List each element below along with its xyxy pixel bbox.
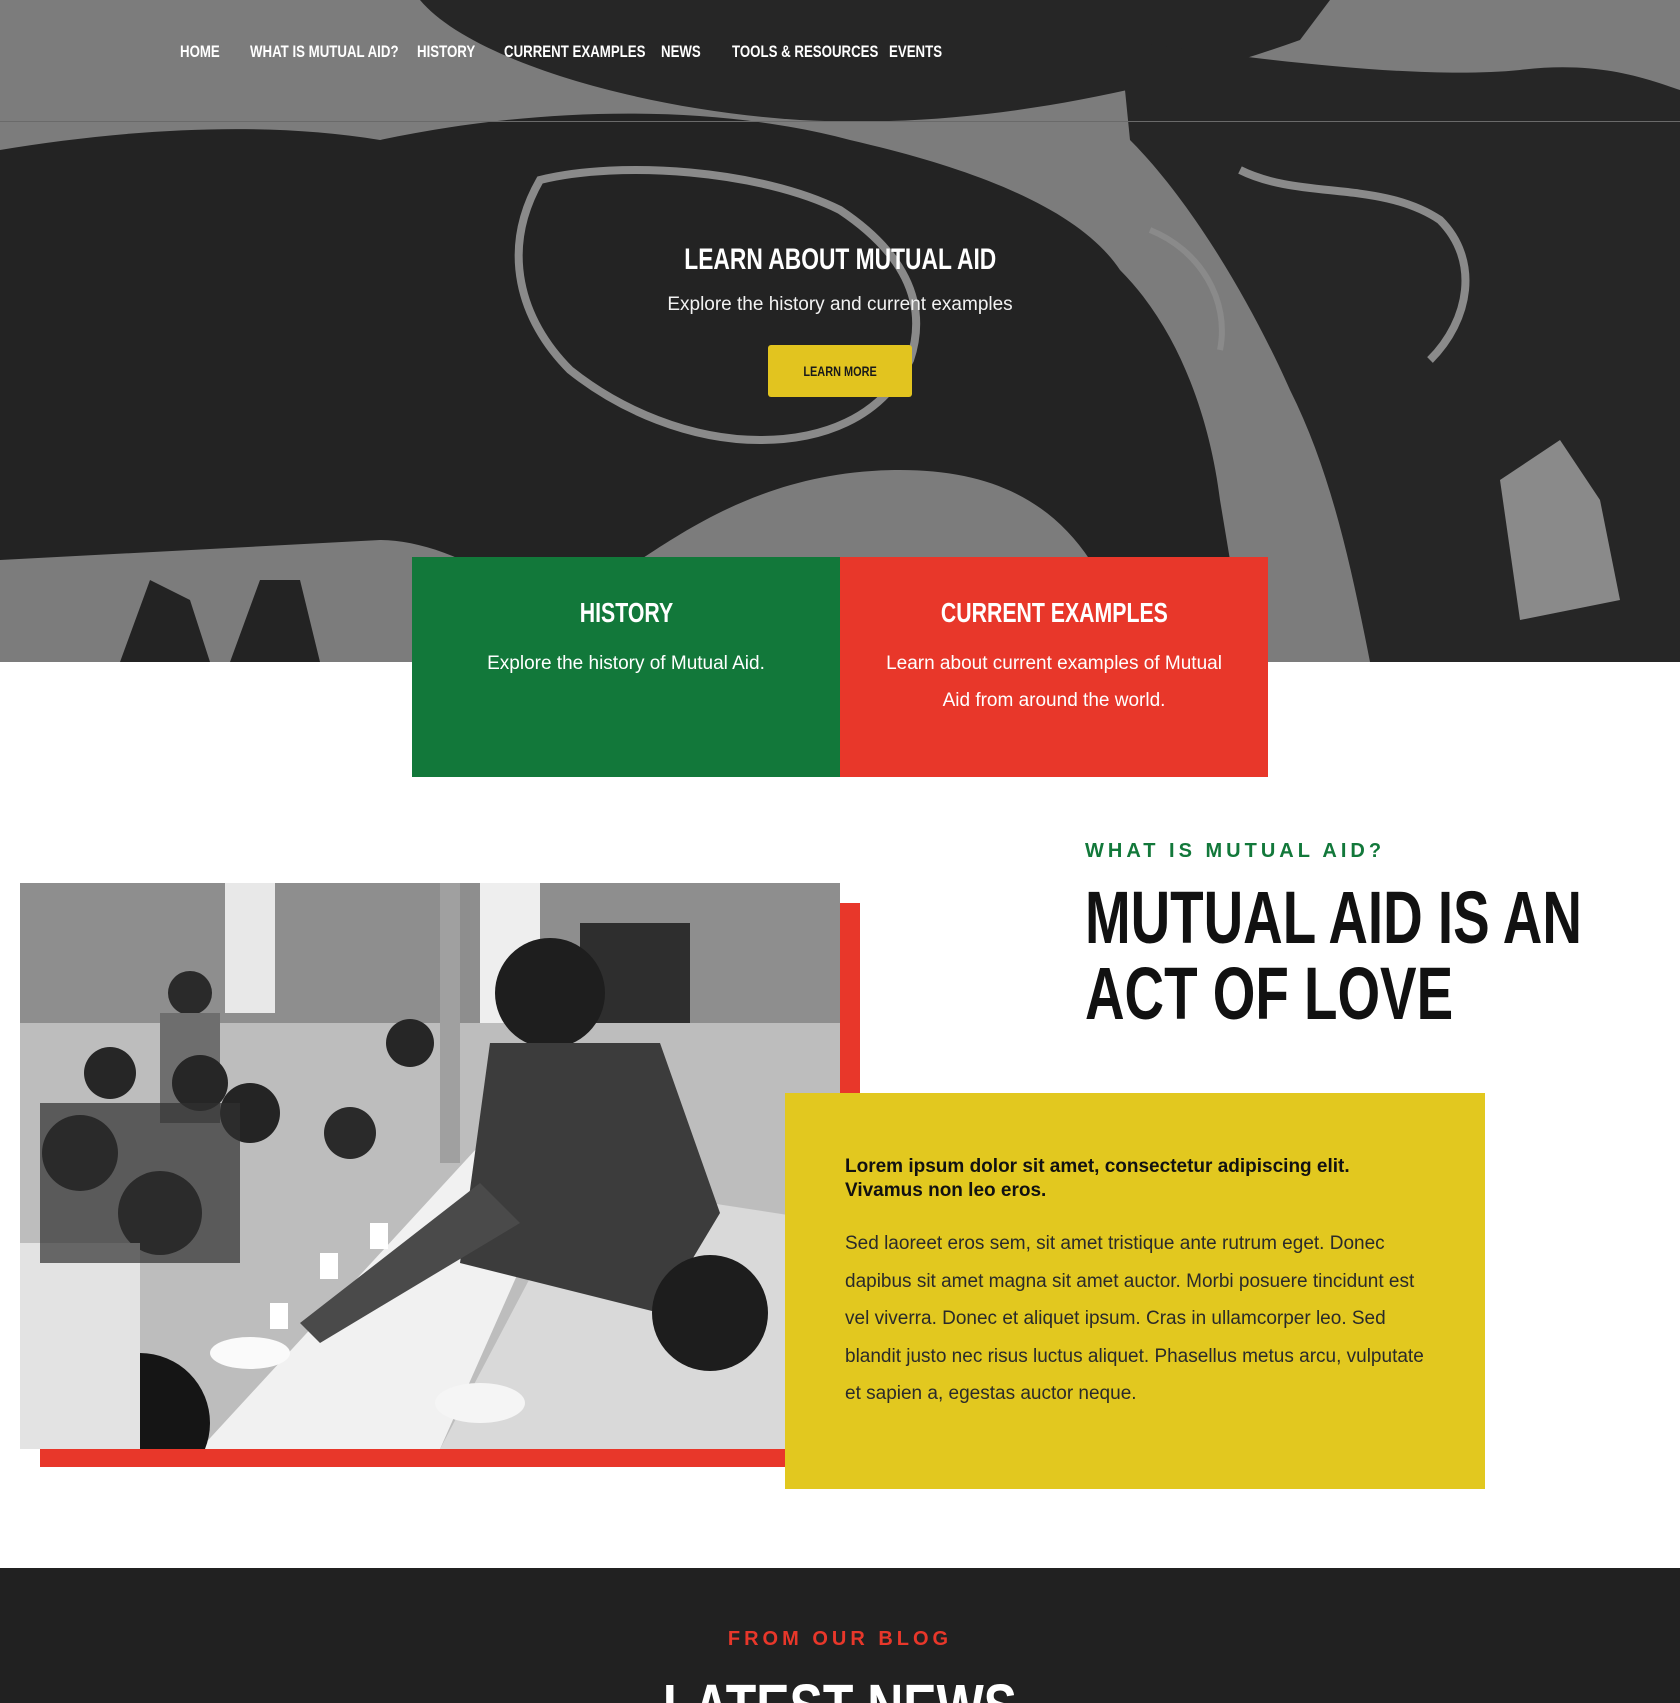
news-title: LATEST NEWS (0, 1670, 1680, 1703)
nav-item-tools-resources[interactable]: TOOLS & RESOURCES (732, 42, 878, 62)
main-nav: HOME WHAT IS MUTUAL AID? HISTORY CURRENT… (0, 0, 1680, 122)
about-title: MUTUAL AID IS AN ACT OF LOVE (1085, 876, 1582, 1035)
nav-item-home[interactable]: HOME (180, 42, 220, 62)
news-section: FROM OUR BLOG LATEST NEWS (0, 1568, 1680, 1703)
nav-item-history[interactable]: HISTORY (417, 42, 475, 62)
about-text-box: Lorem ipsum dolor sit amet, consectetur … (785, 1093, 1485, 1489)
hero-subtitle: Explore the history and current examples (667, 294, 1013, 315)
news-eyebrow: FROM OUR BLOG (727, 1628, 953, 1650)
nav-item-events[interactable]: EVENTS (889, 42, 942, 62)
learn-more-button[interactable]: LEARN MORE (768, 345, 912, 397)
nav-item-what-is-mutual-aid[interactable]: WHAT IS MUTUAL AID? (250, 42, 399, 62)
nav-item-news[interactable]: NEWS (661, 42, 701, 62)
about-eyebrow: WHAT IS MUTUAL AID? (1085, 840, 1386, 862)
photo-accent-bottom (40, 1447, 800, 1467)
about-lead: Lorem ipsum dolor sit amet, consectetur … (845, 1156, 1350, 1201)
community-meal-photo (20, 883, 840, 1449)
history-card[interactable]: HISTORY Explore the history of Mutual Ai… (412, 557, 840, 777)
history-card-title: HISTORY (579, 597, 673, 628)
current-examples-card[interactable]: CURRENT EXAMPLES Learn about current exa… (840, 557, 1268, 777)
nav-item-current-examples[interactable]: CURRENT EXAMPLES (504, 42, 645, 62)
current-examples-card-title: CURRENT EXAMPLES (940, 597, 1168, 628)
history-card-text: Explore the history of Mutual Aid. (487, 653, 765, 674)
about-body: Sed laoreet eros sem, sit amet tristique… (845, 1233, 1424, 1404)
hero-title: LEARN ABOUT MUTUAL AID (683, 243, 997, 276)
current-examples-card-text: Learn about current examples of Mutual A… (886, 653, 1222, 711)
